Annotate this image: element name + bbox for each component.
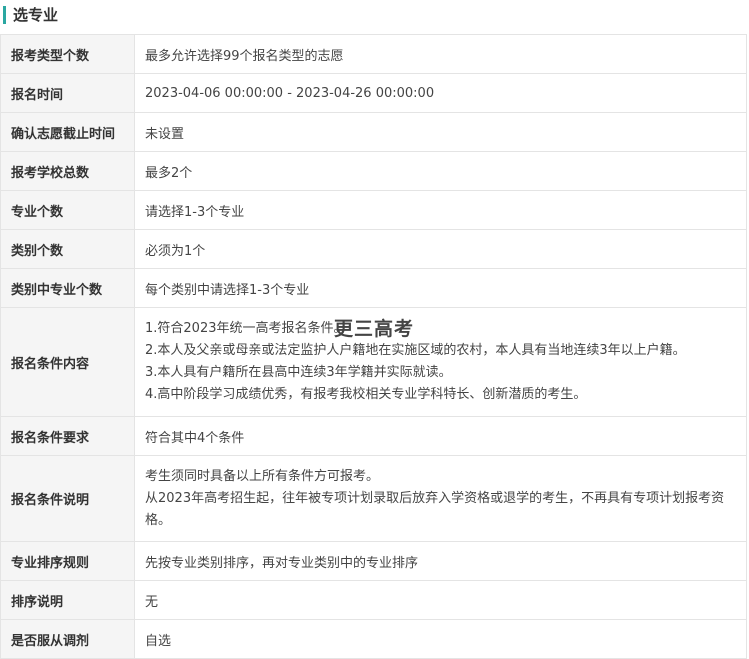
row-value: 每个类别中请选择1-3个专业 bbox=[134, 268, 747, 308]
section-header: 选专业 bbox=[0, 0, 749, 34]
row-label: 报考学校总数 bbox=[0, 151, 135, 191]
row-label: 报名时间 bbox=[0, 73, 135, 113]
description-line: 从2023年高考招生起，往年被专项计划录取后放弃入学资格或退学的考生，不再具有专… bbox=[145, 490, 725, 528]
table-row: 排序说明 无 bbox=[0, 580, 747, 620]
row-value: 自选 bbox=[134, 619, 747, 659]
description-line: 考生须同时具备以上所有条件方可报考。 bbox=[145, 468, 380, 484]
condition-line: 4.高中阶段学习成绩优秀，有报考我校相关专业学科特长、创新潜质的考生。 bbox=[145, 387, 587, 402]
table-row: 报名条件要求 符合其中4个条件 bbox=[0, 416, 747, 456]
table-row: 确认志愿截止时间 未设置 bbox=[0, 112, 747, 152]
table-row: 专业个数 请选择1-3个专业 bbox=[0, 190, 747, 230]
row-value: 先按专业类别排序，再对专业类别中的专业排序 bbox=[134, 541, 747, 581]
table-row: 报名时间 2023-04-06 00:00:00 - 2023-04-26 00… bbox=[0, 73, 747, 113]
row-label: 报考类型个数 bbox=[0, 34, 135, 74]
row-label: 报名条件要求 bbox=[0, 416, 135, 456]
row-value: 必须为1个 bbox=[134, 229, 747, 269]
table-row: 类别个数 必须为1个 bbox=[0, 229, 747, 269]
row-label: 报名条件说明 bbox=[0, 455, 135, 542]
row-label: 是否服从调剂 bbox=[0, 619, 135, 659]
row-label: 专业排序规则 bbox=[0, 541, 135, 581]
table-row: 是否服从调剂 自选 bbox=[0, 619, 747, 659]
row-value: 1.符合2023年统一高考报名条件。 2.本人及父亲或母亲或法定监护人户籍地在实… bbox=[134, 307, 747, 417]
row-label: 类别个数 bbox=[0, 229, 135, 269]
table-row: 报考学校总数 最多2个 bbox=[0, 151, 747, 191]
row-label: 排序说明 bbox=[0, 580, 135, 620]
row-label: 报名条件内容 bbox=[0, 307, 135, 417]
row-value: 未设置 bbox=[134, 112, 747, 152]
table-row: 专业排序规则 先按专业类别排序，再对专业类别中的专业排序 bbox=[0, 541, 747, 581]
condition-line: 1.符合2023年统一高考报名条件。 bbox=[145, 321, 347, 336]
info-table: 报考类型个数 最多允许选择99个报名类型的志愿 报名时间 2023-04-06 … bbox=[0, 34, 747, 659]
condition-line: 2.本人及父亲或母亲或法定监护人户籍地在实施区域的农村，本人具有当地连续3年以上… bbox=[145, 343, 686, 358]
row-label: 确认志愿截止时间 bbox=[0, 112, 135, 152]
row-label: 专业个数 bbox=[0, 190, 135, 230]
row-value: 最多2个 bbox=[134, 151, 747, 191]
row-value: 符合其中4个条件 bbox=[134, 416, 747, 456]
row-value: 考生须同时具备以上所有条件方可报考。 从2023年高考招生起，往年被专项计划录取… bbox=[134, 455, 747, 542]
section-accent-bar bbox=[3, 6, 6, 24]
section-title: 选专业 bbox=[13, 6, 59, 24]
row-value: 2023-04-06 00:00:00 - 2023-04-26 00:00:0… bbox=[134, 73, 747, 113]
row-value: 最多允许选择99个报名类型的志愿 bbox=[134, 34, 747, 74]
row-value: 请选择1-3个专业 bbox=[134, 190, 747, 230]
row-value: 无 bbox=[134, 580, 747, 620]
row-label: 类别中专业个数 bbox=[0, 268, 135, 308]
table-row: 报考类型个数 最多允许选择99个报名类型的志愿 bbox=[0, 34, 747, 74]
condition-line: 3.本人具有户籍所在县高中连续3年学籍并实际就读。 bbox=[145, 365, 452, 380]
table-row: 报名条件说明 考生须同时具备以上所有条件方可报考。 从2023年高考招生起，往年… bbox=[0, 455, 747, 542]
watermark: 更三高考 bbox=[334, 318, 415, 340]
table-row: 类别中专业个数 每个类别中请选择1-3个专业 bbox=[0, 268, 747, 308]
